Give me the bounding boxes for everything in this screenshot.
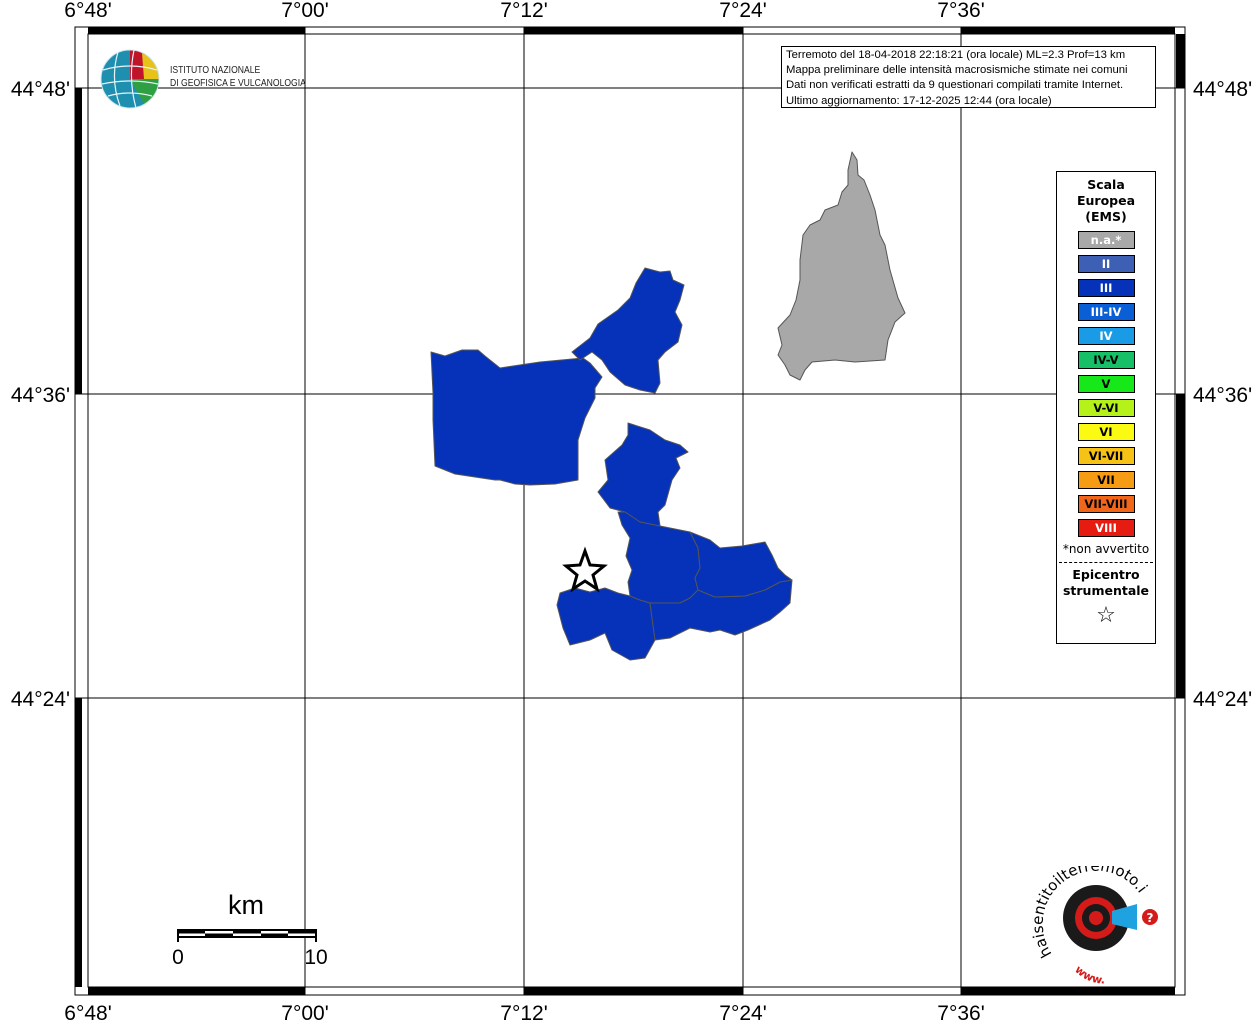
legend-item: VI (1077, 423, 1135, 441)
svg-text:?: ? (1147, 911, 1154, 925)
legend-title-line: (EMS) (1085, 209, 1127, 224)
lon-label-top: 6°48' (64, 0, 111, 22)
municipality-areas (430, 151, 906, 661)
municipality-iii-west (430, 349, 603, 486)
legend-item: VII (1077, 471, 1135, 489)
event-info-box: Terremoto del 18-04-2018 22:18:21 (ora l… (781, 46, 1156, 108)
event-info-line: Ultimo aggiornamento: 17-12-2025 12:44 (… (786, 94, 1052, 107)
legend-items: n.a.* II III III-IV IV IV-V V V-VI VI VI-VII VII VI… (1057, 231, 1155, 537)
legend-item: V-VI (1077, 399, 1135, 417)
legend-title-line: Europea (1076, 193, 1136, 208)
legend-item: III (1077, 279, 1135, 297)
legend-item: VIII (1077, 519, 1135, 537)
ingv-name-line1: ISTITUTO NAZIONALE (170, 64, 261, 76)
lon-label-top: 7°00' (281, 0, 328, 22)
municipality-iii-centre (597, 422, 689, 527)
municipality-iii-south-centre (617, 511, 701, 604)
scale-bar-min: 0 (172, 946, 184, 969)
lat-label-right: 44°48' (1193, 78, 1252, 101)
hsit-logo-url: www. (1072, 963, 1105, 986)
legend-item: VII-VIII (1077, 495, 1135, 513)
event-info-line: Mappa preliminare delle intensità macros… (786, 64, 1128, 77)
legend-title-line: Scala (1087, 177, 1125, 192)
globe-icon (100, 49, 160, 109)
lat-label-left: 44°36' (11, 384, 70, 407)
ingv-name-line2: DI GEOFISICA E VULCANOLOGIA (170, 77, 306, 89)
municipality-not-felt (777, 151, 906, 381)
lon-label-top: 7°36' (937, 0, 984, 22)
lon-label-bottom: 7°00' (281, 1002, 328, 1024)
lon-labels-bottom: 6°48' 7°00' 7°12' 7°24' 7°36' (64, 1002, 984, 1024)
legend-item: V (1077, 375, 1135, 393)
legend-item: II (1077, 255, 1135, 273)
ingv-logo: ISTITUTO NAZIONALE DI GEOFISICA E VULCAN… (100, 48, 310, 110)
lon-label-bottom: 6°48' (64, 1002, 111, 1024)
legend-item: IV-V (1077, 351, 1135, 369)
target-icon: ? (1063, 885, 1158, 951)
legend-epicentre-line: Epicentro (1072, 567, 1140, 582)
event-info-line: Dati non verificati estratti da 9 questi… (786, 79, 1124, 92)
legend-item: n.a.* (1077, 231, 1135, 249)
lon-label-bottom: 7°12' (500, 1002, 547, 1024)
lat-label-left: 44°24' (11, 688, 70, 711)
legend-note: *non avvertito (1062, 542, 1150, 556)
legend-item: VI-VII (1077, 447, 1135, 465)
lon-label-top: 7°24' (719, 0, 766, 22)
scale-bar: km 0 10 (170, 885, 330, 975)
lat-labels-left: 44°48' 44°36' 44°24' (11, 78, 70, 711)
ingv-name: ISTITUTO NAZIONALE DI GEOFISICA E VULCAN… (170, 64, 306, 90)
legend-divider (1059, 562, 1153, 563)
legend-item: IV (1077, 327, 1135, 345)
legend-epicentre-line: strumentale (1062, 583, 1150, 598)
lon-label-bottom: 7°24' (719, 1002, 766, 1024)
event-info-line: Terremoto del 18-04-2018 22:18:21 (ora l… (786, 49, 1126, 61)
lon-labels-top: 6°48' 7°00' 7°12' 7°24' 7°36' (64, 0, 984, 22)
lat-label-right: 44°24' (1193, 688, 1252, 711)
scale-bar-max: 10 (304, 946, 327, 969)
lat-labels-right: 44°48' 44°36' 44°24' (1193, 78, 1252, 711)
lat-label-right: 44°36' (1193, 384, 1252, 407)
intensity-legend: Scala Europea (EMS) n.a.* II III III-IV IV IV… (1056, 171, 1156, 644)
lon-label-bottom: 7°36' (937, 1002, 984, 1024)
star-icon: ☆ (1096, 603, 1116, 628)
legend-epicentre-label: Epicentro strumentale (1057, 567, 1155, 599)
epicentre-star-icon (562, 546, 608, 593)
lat-label-left: 44°48' (11, 78, 70, 101)
hsit-logo: haisentitoilterremoto.it www. ? (1029, 852, 1172, 987)
scale-bar-unit: km (228, 890, 264, 920)
legend-item: III-IV (1077, 303, 1135, 321)
legend-title: Scala Europea (EMS) (1057, 177, 1155, 225)
lon-label-top: 7°12' (500, 0, 547, 22)
